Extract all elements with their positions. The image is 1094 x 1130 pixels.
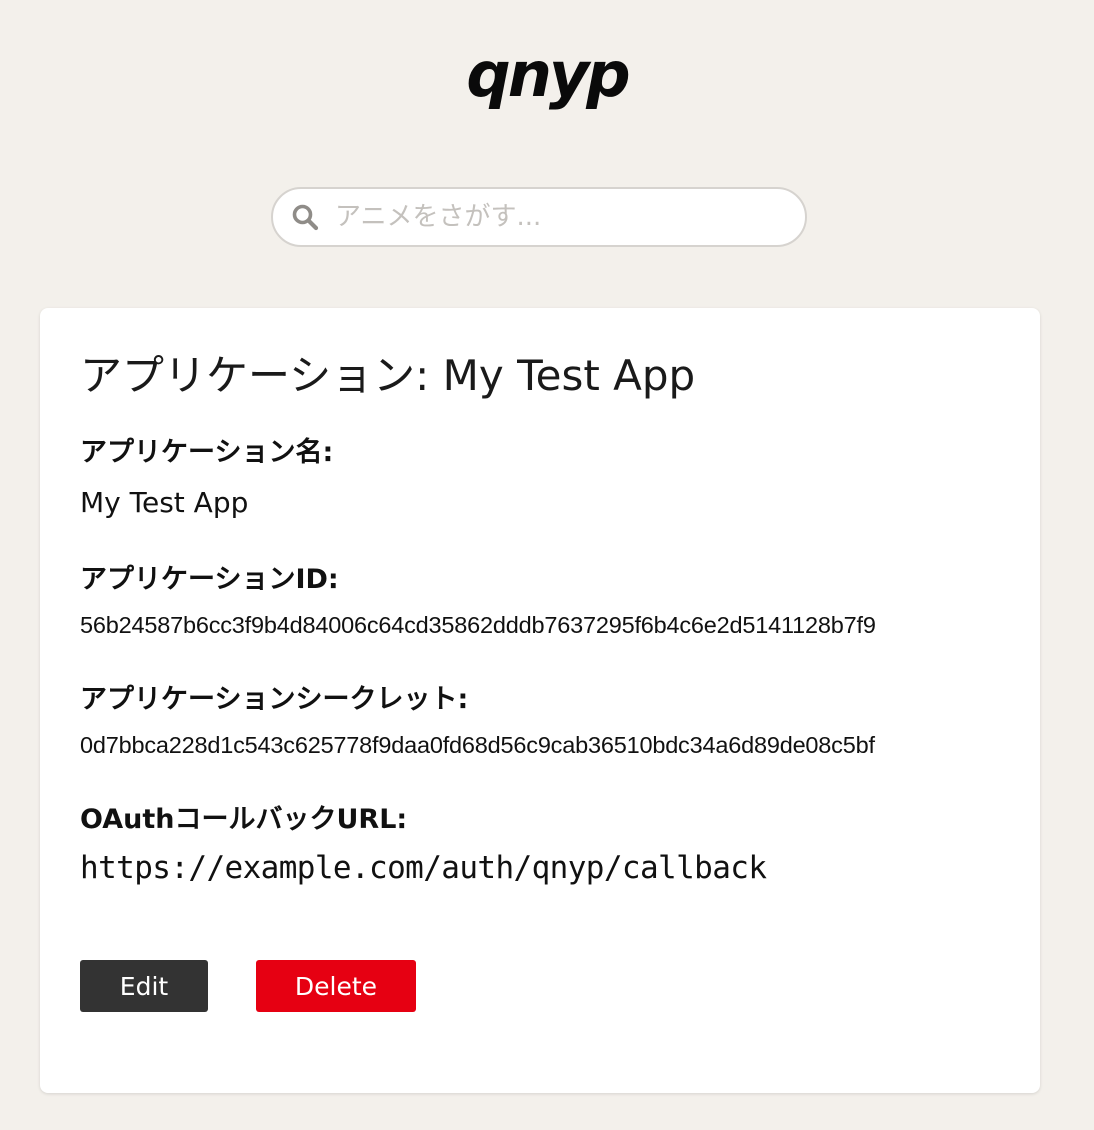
delete-button[interactable]: Delete [256,960,416,1012]
edit-button[interactable]: Edit [80,960,208,1012]
app-name-label: アプリケーション名: [80,437,334,468]
app-id-label: アプリケーションID: [80,564,339,595]
callback-url-value: https://example.com/auth/qnyp/callback [80,850,767,886]
app-name-value: My Test App [80,486,249,519]
page-title: アプリケーション: My Test App [80,351,696,400]
app-secret-label: アプリケーションシークレット: [80,684,469,715]
app-id-value: 56b24587b6cc3f9b4d84006c64cd35862dddb763… [80,612,876,638]
app-secret-value: 0d7bbca228d1c543c625778f9daa0fd68d56c9ca… [80,732,875,758]
search-icon [292,204,319,231]
site-logo[interactable]: qnyp [0,40,1094,110]
callback-url-label: OAuthコールバックURL: [80,804,408,835]
search-input[interactable] [335,202,775,232]
search-box[interactable] [271,187,807,247]
application-card: アプリケーション: My Test App アプリケーション名: My Test… [40,308,1040,1093]
